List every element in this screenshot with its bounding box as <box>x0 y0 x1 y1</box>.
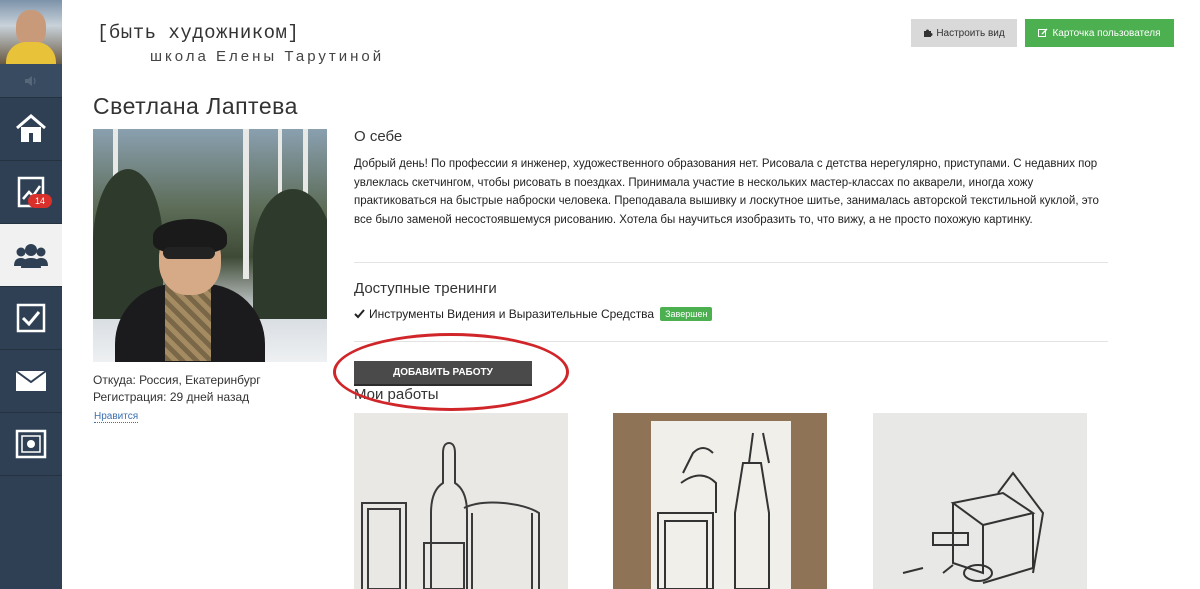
trainings-title: Доступные тренинги <box>354 280 497 297</box>
profile-registration: Регистрация: 29 дней назад <box>93 390 250 404</box>
logo-subtitle: школа Елены Тарутиной <box>150 48 385 65</box>
page-title: Светлана Лаптева <box>93 93 298 119</box>
like-link[interactable]: Нравится <box>94 411 139 423</box>
about-title: О себе <box>354 128 403 145</box>
user-card-label: Карточка пользователя <box>1052 27 1161 39</box>
puzzle-icon <box>924 29 933 37</box>
edit-icon <box>1038 28 1048 37</box>
customize-view-button[interactable]: Настроить вид <box>911 19 1017 47</box>
work-thumbnail[interactable] <box>354 413 568 589</box>
highlight-ellipse <box>333 333 569 411</box>
work-thumbnail[interactable] <box>613 413 827 589</box>
sound-icon[interactable] <box>0 64 62 98</box>
status-badge: Завершен <box>660 307 713 321</box>
customize-view-label: Настроить вид <box>936 27 1005 39</box>
logo-title: [быть художником] <box>97 22 300 44</box>
avatar[interactable] <box>0 0 62 64</box>
sidebar-item-tasks[interactable] <box>0 287 62 350</box>
about-text: Добрый день! По профессии я инженер, худ… <box>354 158 1099 226</box>
users-icon <box>14 244 48 268</box>
sidebar-item-users[interactable] <box>0 224 62 287</box>
sidebar-item-progress[interactable]: 14 <box>0 161 62 224</box>
settings-panel-icon <box>15 429 47 459</box>
home-icon <box>16 114 46 142</box>
divider <box>354 262 1108 263</box>
training-item: Инструменты Видения и Выразительные Сред… <box>354 307 713 321</box>
mail-icon <box>15 370 47 391</box>
profile-photo <box>93 129 327 362</box>
profile-location: Откуда: Россия, Екатеринбург <box>93 373 261 387</box>
check-icon <box>354 309 365 319</box>
checkbox-icon <box>16 303 46 333</box>
training-name[interactable]: Инструменты Видения и Выразительные Сред… <box>369 307 654 321</box>
sidebar: 14 <box>0 0 62 589</box>
sidebar-item-messages[interactable] <box>0 350 62 413</box>
sidebar-item-home[interactable] <box>0 98 62 161</box>
user-card-button[interactable]: Карточка пользователя <box>1025 19 1174 47</box>
logo[interactable]: [быть художником] школа Елены Тарутиной <box>97 22 381 65</box>
sidebar-item-safe[interactable] <box>0 413 62 476</box>
notification-badge: 14 <box>28 194 53 208</box>
work-thumbnail[interactable] <box>873 413 1087 589</box>
